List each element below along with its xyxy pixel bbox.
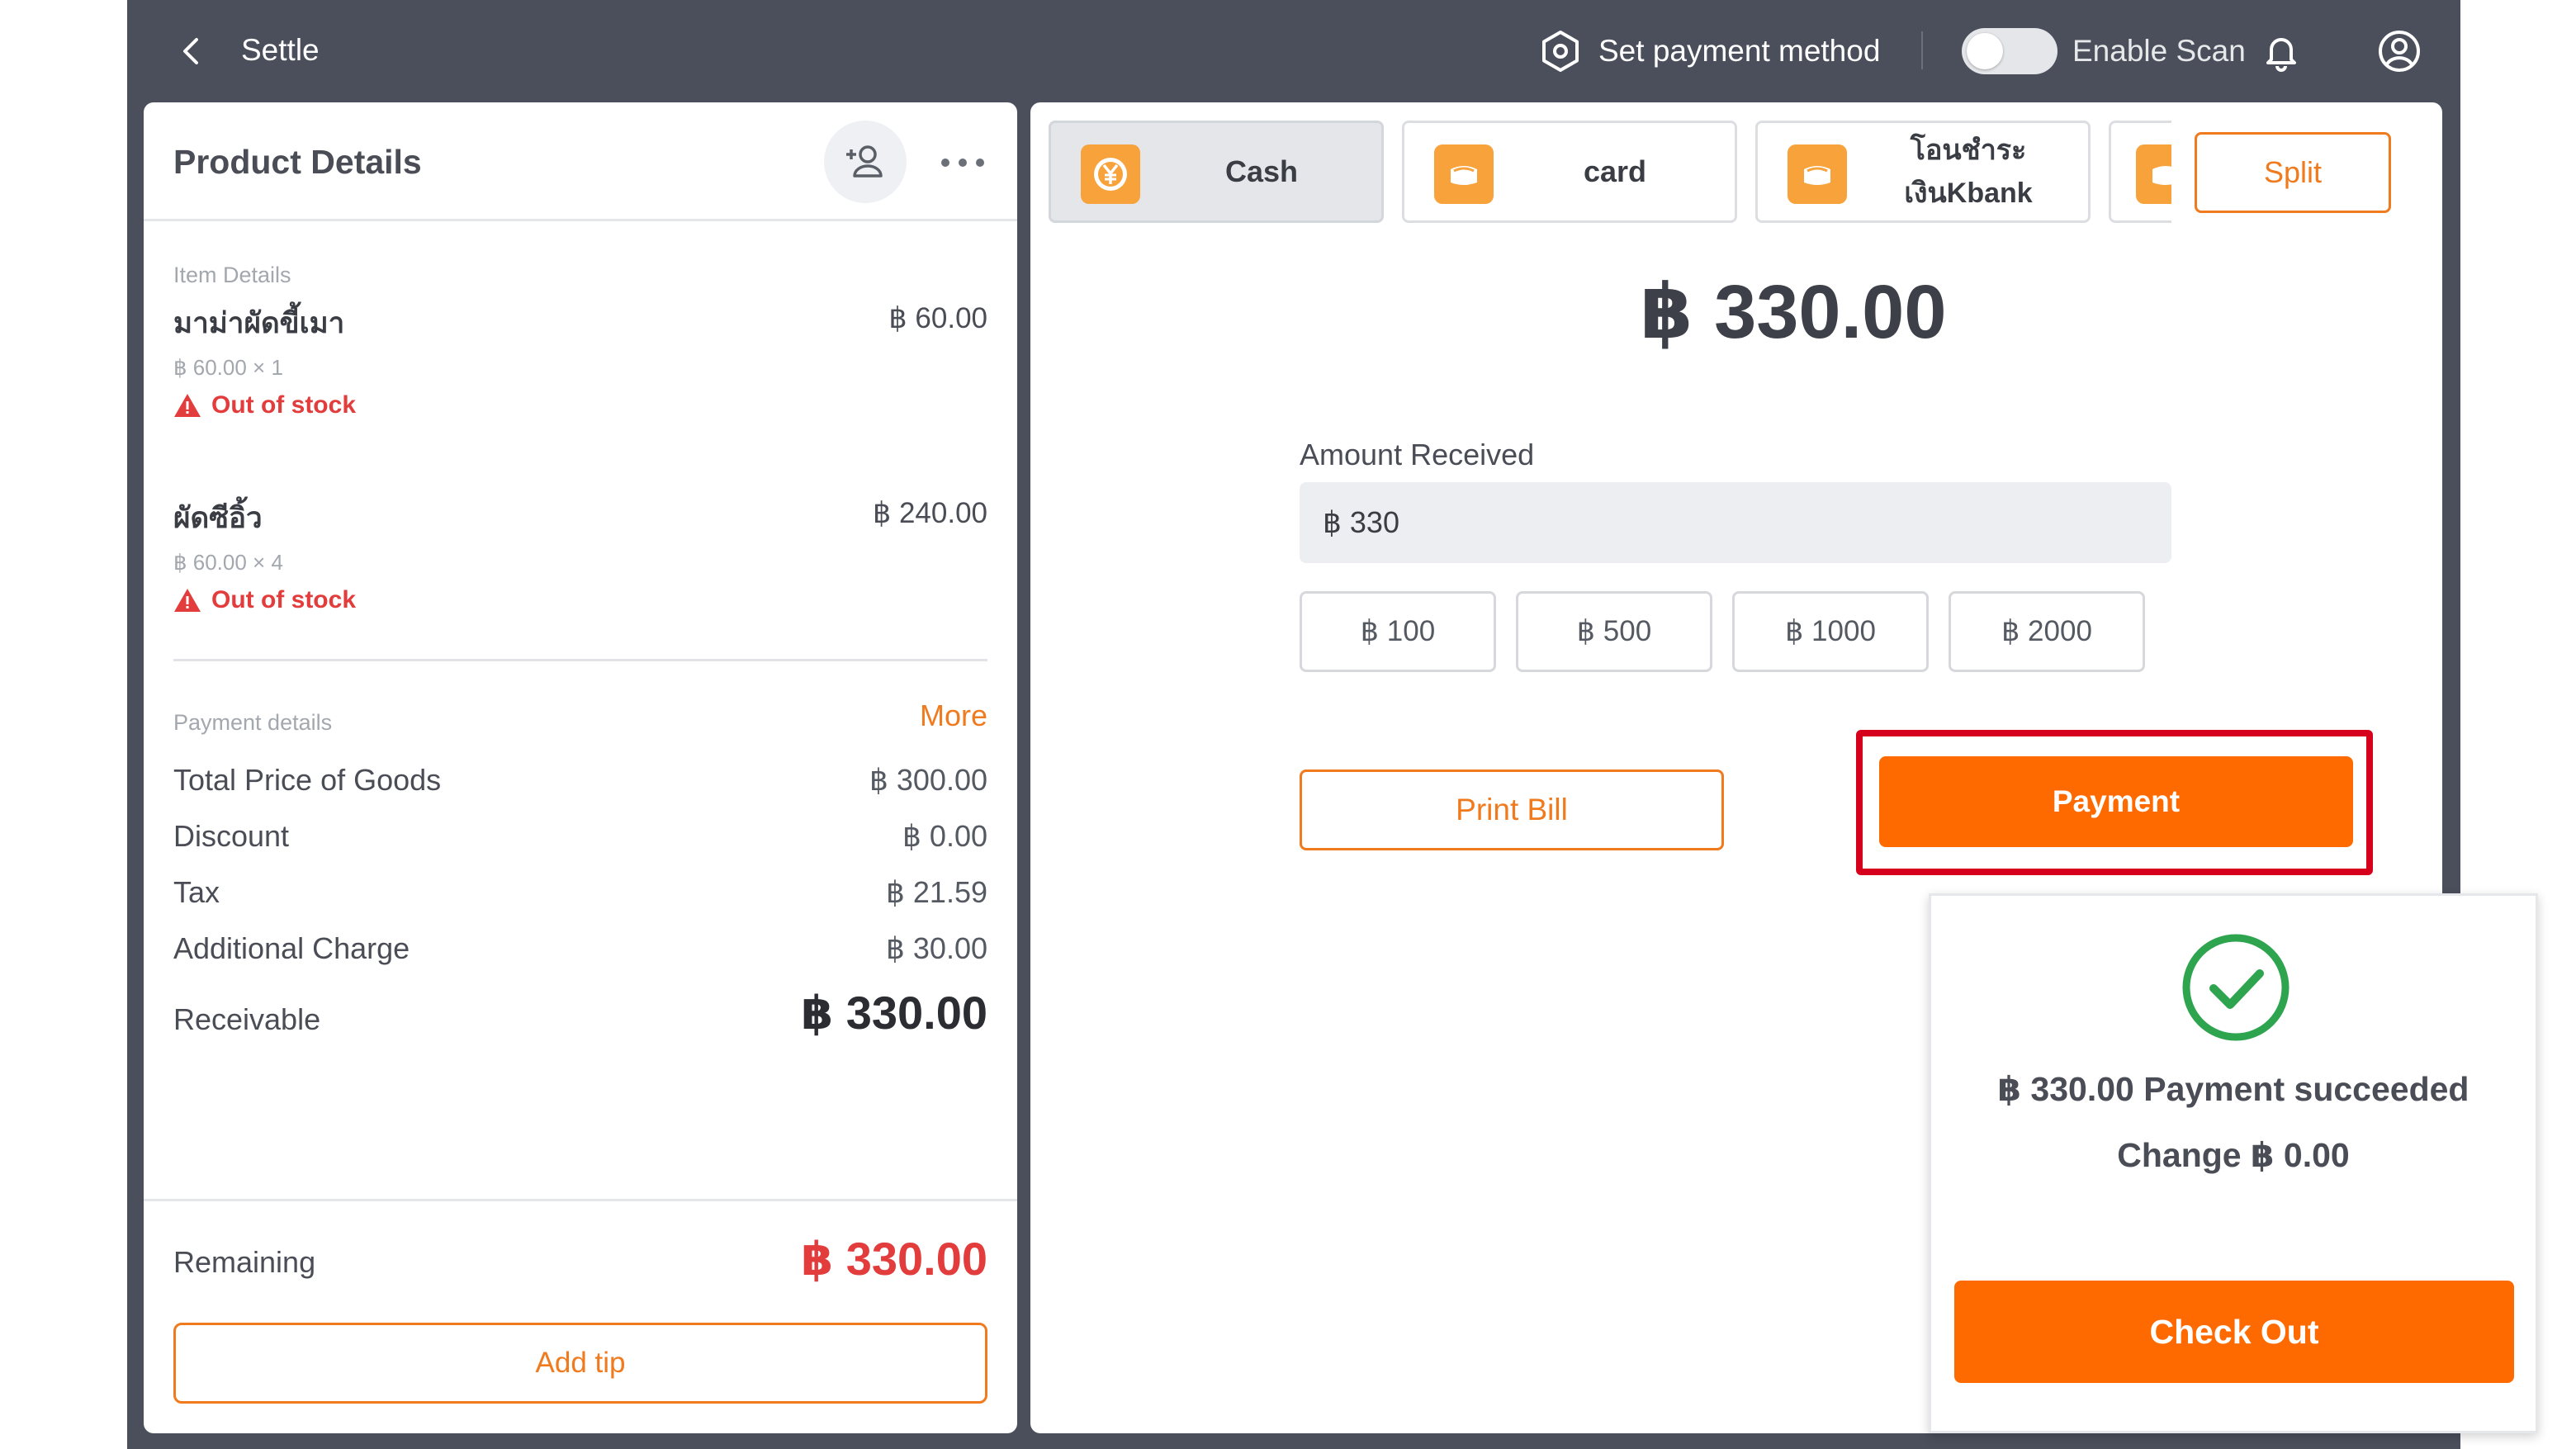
user-account-icon[interactable] <box>2376 28 2422 74</box>
payment-button[interactable]: Payment <box>1879 756 2353 847</box>
warning-icon <box>174 589 201 612</box>
item-name: มาม่าผัดขี้เมา <box>173 307 345 339</box>
tab-card[interactable]: card <box>1402 121 1737 223</box>
change-text: Change ฿ 0.00 <box>2117 1136 2350 1174</box>
payment-row: Additional Charge ฿ 30.00 <box>173 931 987 966</box>
tab-more-method[interactable] <box>2109 121 2171 223</box>
enable-scan-toggle[interactable] <box>1962 28 2057 74</box>
total-amount: ฿ 330.00 <box>1640 270 1947 354</box>
payment-row: Tax ฿ 21.59 <box>173 875 987 910</box>
success-check-icon <box>2182 934 2290 1041</box>
payment-row-label: Additional Charge <box>173 931 410 965</box>
tab-label: โอนชำระ เงินKbank <box>1904 135 2033 209</box>
page-title: Settle <box>241 33 320 67</box>
settings-hexagon-icon <box>1542 31 1579 72</box>
wallet-icon <box>1788 144 1847 204</box>
quick-amount-button[interactable]: ฿ 2000 <box>1949 591 2145 672</box>
payment-row: Total Price of Goods ฿ 300.00 <box>173 763 987 798</box>
toggle-knob <box>1967 33 2003 69</box>
out-of-stock-text: Out of stock <box>211 391 357 419</box>
amount-received-input[interactable]: ฿ 330 <box>1300 482 2171 563</box>
bell-icon[interactable] <box>2260 30 2303 73</box>
item-quantity: ฿ 60.00 × 1 <box>173 355 283 380</box>
payment-row-value: ฿ 21.59 <box>886 875 987 909</box>
product-details-header: Product Details <box>144 102 1017 221</box>
section-divider <box>173 659 987 661</box>
payment-row-label: Discount <box>173 819 290 853</box>
payment-row-label: Total Price of Goods <box>173 763 442 797</box>
item-price: ฿ 60.00 <box>888 302 987 334</box>
footer-divider <box>144 1199 1017 1201</box>
wallet-icon <box>1434 144 1494 204</box>
payment-row-value: ฿ 300.00 <box>869 763 987 797</box>
payment-method-tabs: Cash card โอนชำระ เงินKbank <box>1049 121 2171 223</box>
more-options-icon[interactable] <box>941 142 984 183</box>
amount-received-label: Amount Received <box>1300 438 1535 471</box>
payment-row-value: ฿ 0.00 <box>902 819 987 853</box>
set-payment-method-button[interactable]: Set payment method <box>1539 25 1880 78</box>
back-arrow-icon[interactable] <box>173 33 210 69</box>
more-link[interactable]: More <box>920 698 987 733</box>
payment-succeeded-text: ฿ 330.00 Payment succeeded <box>1997 1070 2469 1108</box>
split-button[interactable]: Split <box>2195 132 2391 213</box>
out-of-stock-badge: Out of stock <box>173 586 356 614</box>
top-bar: Settle Set payment method Enable Scan <box>127 0 2460 102</box>
payment-row-label: Tax <box>173 875 220 909</box>
check-out-button[interactable]: Check Out <box>1954 1281 2514 1383</box>
item-name: ผัดซีอิ้ว <box>173 502 263 534</box>
quick-amount-button[interactable]: ฿ 500 <box>1516 591 1712 672</box>
payment-success-dialog: ฿ 330.00 Payment succeeded Change ฿ 0.00… <box>1929 893 2538 1433</box>
print-bill-button[interactable]: Print Bill <box>1300 769 1724 850</box>
receivable-value: ฿ 330.00 <box>801 987 987 1039</box>
add-tip-button[interactable]: Add tip <box>173 1323 987 1404</box>
add-customer-button[interactable] <box>824 121 907 203</box>
wallet-icon <box>2136 144 2171 204</box>
tab-cash[interactable]: Cash <box>1049 121 1384 223</box>
tab-label: card <box>1583 154 1647 188</box>
quick-amount-button[interactable]: ฿ 1000 <box>1732 591 1929 672</box>
topbar-divider <box>1921 31 1923 69</box>
product-details-panel: Product Details Item Details มาม่าผัดขี้… <box>144 102 1017 1433</box>
product-details-title: Product Details <box>173 143 422 181</box>
tab-kbank-transfer[interactable]: โอนชำระ เงินKbank <box>1755 121 2091 223</box>
set-payment-method-label: Set payment method <box>1598 34 1881 68</box>
out-of-stock-badge: Out of stock <box>173 391 356 419</box>
payment-details-label: Payment details <box>173 710 333 735</box>
warning-icon <box>174 394 201 417</box>
quick-amount-button[interactable]: ฿ 100 <box>1300 591 1496 672</box>
item-quantity: ฿ 60.00 × 4 <box>173 550 283 575</box>
add-person-icon <box>846 145 883 178</box>
yen-coin-icon <box>1081 144 1140 204</box>
enable-scan-label: Enable Scan <box>2072 34 2246 68</box>
payment-row: Discount ฿ 0.00 <box>173 819 987 854</box>
receivable-label: Receivable <box>173 1002 321 1036</box>
item-details-label: Item Details <box>173 263 291 287</box>
item-price: ฿ 240.00 <box>872 497 987 529</box>
payment-row-value: ฿ 30.00 <box>886 931 987 965</box>
remaining-value: ฿ 330.00 <box>801 1233 987 1285</box>
remaining-label: Remaining <box>173 1245 316 1279</box>
tab-label: Cash <box>1224 154 1299 188</box>
out-of-stock-text: Out of stock <box>211 586 357 613</box>
